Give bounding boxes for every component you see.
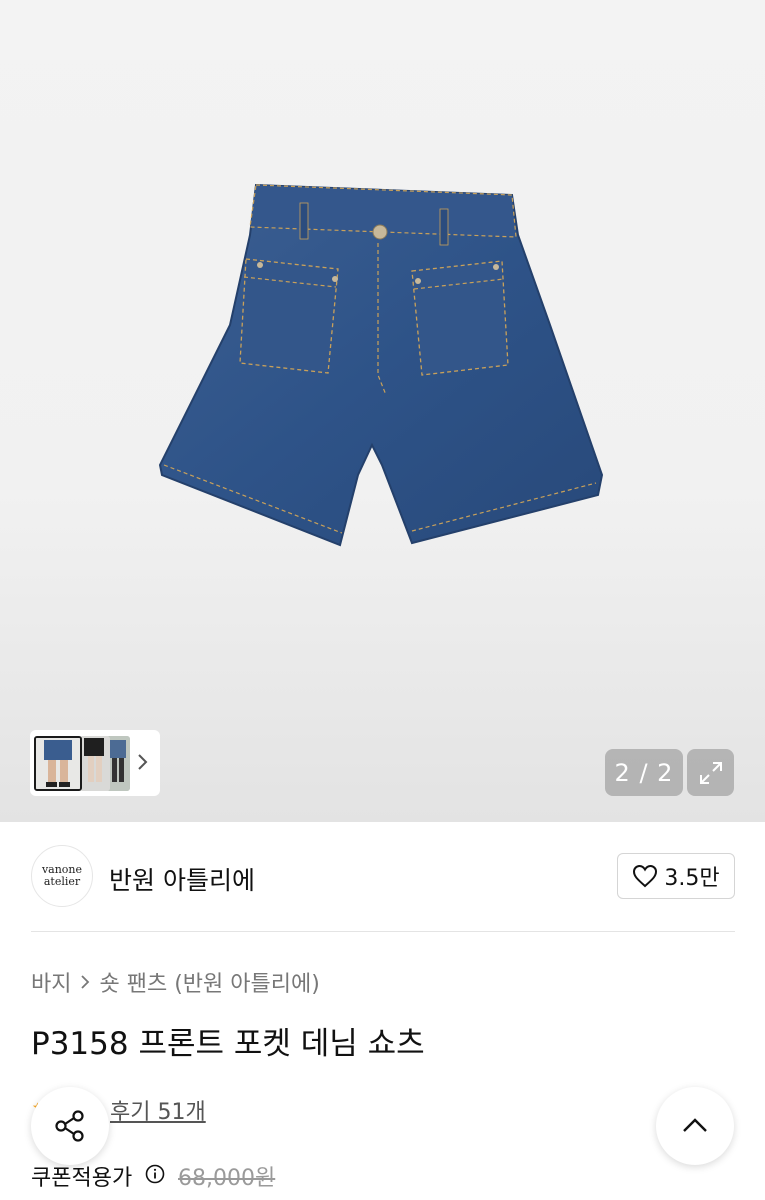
brand-name[interactable]: 반원 아틀리에: [109, 861, 255, 897]
brand-logo-line2: atelier: [43, 875, 81, 888]
thumbnail-2[interactable]: [80, 736, 110, 791]
chevron-up-icon: [683, 1118, 707, 1132]
thumbnail-strip[interactable]: [30, 730, 160, 796]
price-label: 쿠폰적용가: [31, 1166, 133, 1191]
brand-row: vanone atelier 반원 아틀리에 3.5만: [31, 845, 735, 907]
share-button[interactable]: [31, 1087, 109, 1165]
breadcrumb-level1[interactable]: 바지: [31, 966, 71, 998]
chevron-right-icon[interactable]: [136, 750, 150, 774]
heart-icon: [633, 864, 658, 888]
like-count: 3.5만: [664, 866, 720, 891]
product-page: 2 / 2 vanone atelier 반원 아틀리에 3.5만 바지 숏 팬…: [0, 0, 765, 1200]
breadcrumb: 바지 숏 팬츠 (반원 아틀리에): [31, 966, 320, 998]
product-title: P3158 프론트 포켓 데님 쇼츠: [31, 1026, 425, 1062]
original-price: 68,000원: [178, 1166, 276, 1191]
chevron-right-icon: [81, 975, 90, 989]
info-icon[interactable]: [145, 1164, 165, 1184]
thumbnail-1[interactable]: [34, 736, 82, 791]
breadcrumb-level2[interactable]: 숏 팬츠 (반원 아틀리에): [99, 966, 319, 998]
image-counter: 2 / 2: [605, 749, 683, 796]
product-image: [158, 183, 604, 547]
like-button[interactable]: 3.5만: [617, 853, 735, 899]
expand-icon: [699, 761, 722, 784]
scroll-top-button[interactable]: [656, 1087, 734, 1165]
share-icon: [55, 1110, 84, 1142]
brand-logo[interactable]: vanone atelier: [31, 845, 93, 907]
divider: [31, 931, 735, 932]
reviews-link[interactable]: 후기 51개: [110, 1094, 206, 1126]
expand-button[interactable]: [687, 749, 734, 796]
product-image-gallery[interactable]: 2 / 2: [0, 0, 765, 822]
